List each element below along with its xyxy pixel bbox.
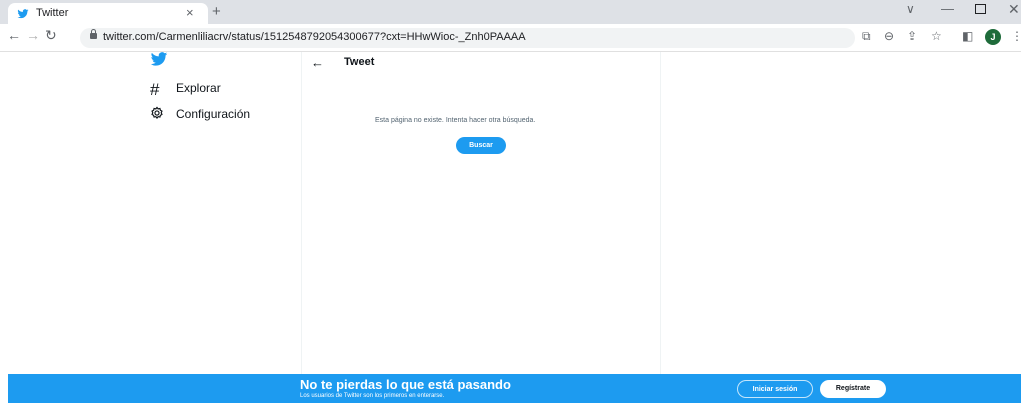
sidebar-item-configuracion[interactable]: Configuración [176, 107, 250, 121]
reload-icon[interactable]: ↻ [45, 27, 57, 44]
more-menu-icon[interactable]: ⋮ [1011, 29, 1021, 43]
forward-arrow-icon[interactable]: → [26, 27, 40, 43]
page-title: Tweet [344, 56, 375, 68]
bookmark-star-icon[interactable]: ☆ [931, 29, 942, 43]
tab-title: Twitter [36, 7, 69, 19]
lock-icon[interactable] [90, 33, 97, 39]
hashtag-icon[interactable]: # [150, 80, 159, 100]
url-text[interactable]: twitter.com/Carmenliliacrv/status/151254… [103, 31, 526, 43]
new-tab-button[interactable]: + [212, 3, 221, 20]
main-column [301, 52, 661, 374]
tab-search-icon[interactable]: ∨ [906, 2, 915, 16]
side-panel-icon[interactable]: ◧ [962, 29, 973, 43]
browser-tab[interactable]: Twitter × [8, 3, 208, 24]
banner-title: No te pierdas lo que está pasando [300, 377, 511, 392]
tab-close-icon[interactable]: × [186, 5, 194, 20]
gear-icon[interactable] [150, 106, 164, 120]
search-button[interactable]: Buscar [456, 137, 506, 154]
back-arrow-icon[interactable]: ← [7, 27, 21, 43]
twitter-favicon-icon [17, 9, 29, 19]
back-arrow-icon[interactable]: ← [311, 55, 324, 70]
share-icon[interactable]: ⇪ [907, 29, 917, 43]
restore-button[interactable] [975, 4, 986, 14]
banner-subtitle: Los usuarios de Twitter son los primeros… [300, 393, 445, 399]
profile-avatar[interactable]: J [985, 29, 1001, 45]
close-window-button[interactable]: ✕ [1008, 1, 1020, 18]
install-icon[interactable]: ⧉ [862, 29, 871, 44]
login-button[interactable]: Iniciar sesión [737, 380, 813, 398]
signup-button[interactable]: Regístrate [820, 380, 886, 398]
sidebar-item-explorar[interactable]: Explorar [176, 81, 221, 95]
empty-state-message: Esta página no existe. Intenta hacer otr… [375, 117, 536, 124]
sidebar [0, 52, 300, 374]
minimize-button[interactable]: — [941, 1, 954, 16]
zoom-icon[interactable]: ⊖ [884, 29, 894, 43]
twitter-logo-icon[interactable] [150, 52, 168, 67]
